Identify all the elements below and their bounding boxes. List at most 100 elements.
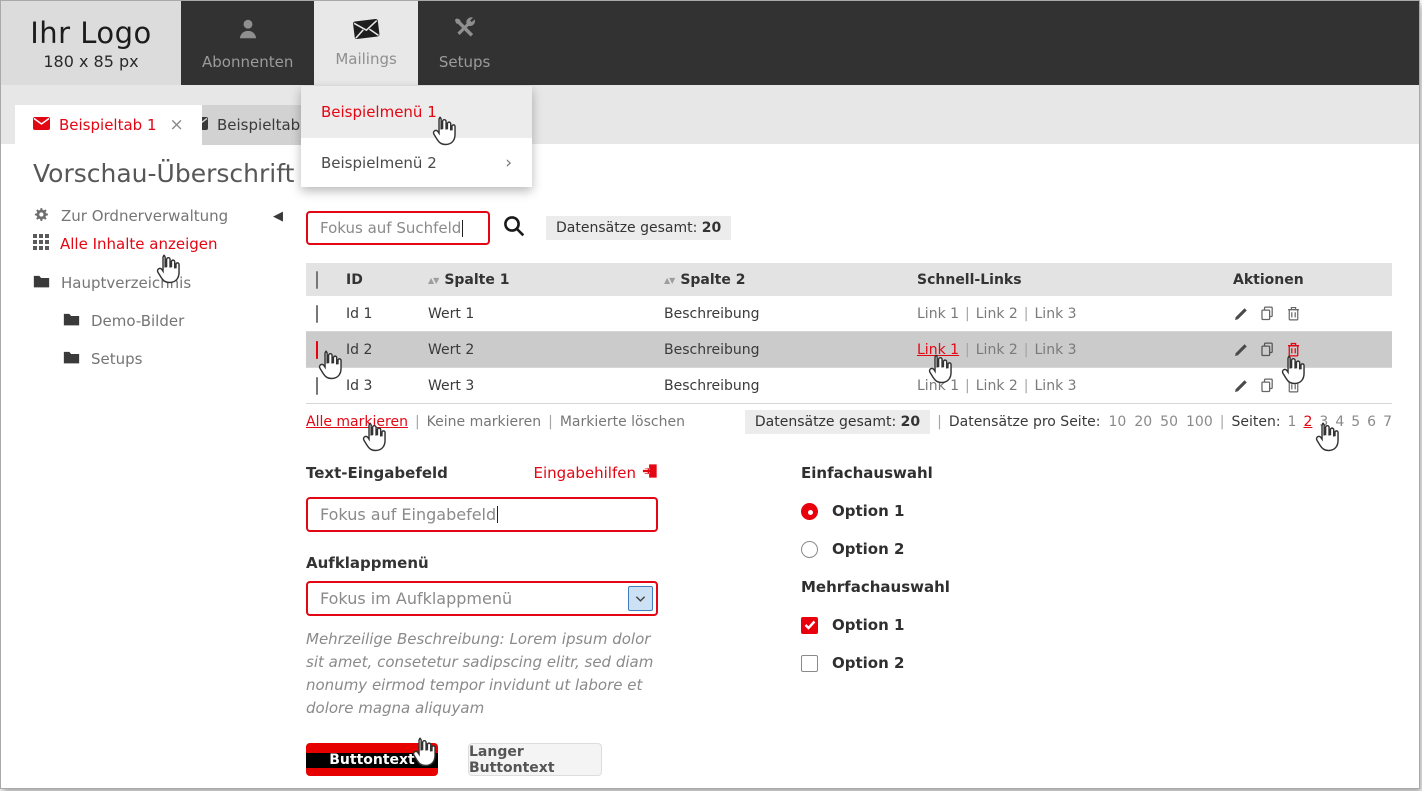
records-total-value: 20 <box>702 220 721 236</box>
chevron-right-icon: › <box>505 153 512 173</box>
field-description: Mehrzeilige Beschreibung: Lorem ipsum do… <box>306 628 658 720</box>
cell-actions <box>1233 341 1392 358</box>
cell-schnell-links: Link 1|Link 2|Link 3 <box>917 342 1233 358</box>
mailings-dropdown-menu: Beispielmenü 1 Beispielmenü 2 › <box>301 86 532 187</box>
copy-icon[interactable] <box>1259 341 1276 358</box>
radio-label[interactable]: Option 2 <box>832 540 904 558</box>
search-input[interactable]: Fokus auf Suchfeld <box>306 211 490 245</box>
row-checkbox[interactable] <box>316 305 318 323</box>
sort-icon[interactable]: ▲▼ <box>664 276 674 285</box>
text-input[interactable]: Fokus auf Eingabefeld <box>306 497 658 532</box>
per-page-option[interactable]: 100 <box>1186 414 1213 430</box>
per-page-option[interactable]: 50 <box>1160 414 1178 430</box>
folder-hauptverzeichnis[interactable]: Hauptverzeichnis <box>33 273 283 293</box>
copy-icon[interactable] <box>1259 305 1276 322</box>
sidebar-item-label: Alle Inhalte anzeigen <box>60 235 218 253</box>
select-none-link[interactable]: Keine markieren <box>427 414 541 430</box>
radio-label[interactable]: Option 1 <box>832 502 904 520</box>
chevron-down-icon[interactable] <box>628 586 653 611</box>
cell-actions <box>1233 305 1392 322</box>
collapse-icon[interactable]: ◀ <box>273 209 283 224</box>
select-all-checkbox[interactable] <box>316 271 318 289</box>
input-helpers-link[interactable]: Eingabehilfen <box>534 463 658 483</box>
page-number[interactable]: 3 <box>1319 414 1328 430</box>
mail-icon <box>33 116 50 134</box>
quick-link[interactable]: Link 2 <box>976 306 1018 322</box>
close-icon[interactable]: × <box>170 115 184 135</box>
quick-link[interactable]: Link 1 <box>917 378 959 394</box>
sidebar-item-alle-inhalte[interactable]: Alle Inhalte anzeigen <box>33 234 283 254</box>
delete-icon[interactable] <box>1285 377 1302 394</box>
grid-icon <box>33 234 49 254</box>
radio-unchecked[interactable] <box>801 541 818 558</box>
primary-button[interactable]: Buttontext <box>306 743 438 776</box>
checkbox-label[interactable]: Option 1 <box>832 616 904 634</box>
menu-item-beispielmenu-2[interactable]: Beispielmenü 2 › <box>301 138 532 187</box>
edit-icon[interactable] <box>1233 341 1250 358</box>
sidebar-item-ordnerverwaltung[interactable]: Zur Ordnerverwaltung ◀ <box>33 206 283 226</box>
quick-link[interactable]: Link 3 <box>1035 306 1077 322</box>
folder-demo-bilder[interactable]: Demo-Bilder <box>63 311 283 331</box>
folder-setups[interactable]: Setups <box>63 349 283 369</box>
tab-beispieltab-1[interactable]: Beispieltab 1 × <box>15 105 202 145</box>
search-icon[interactable] <box>502 214 526 242</box>
quick-link[interactable]: Link 1 <box>917 306 959 322</box>
delete-icon-hovered[interactable] <box>1285 341 1302 358</box>
quick-link[interactable]: Link 3 <box>1035 378 1077 394</box>
column-header-aktionen: Aktionen <box>1233 272 1392 288</box>
page-number[interactable]: 1 <box>1288 414 1297 430</box>
checkbox-checked[interactable] <box>801 617 818 634</box>
per-page-option[interactable]: 20 <box>1134 414 1152 430</box>
nav-item-setups[interactable]: Setups <box>418 1 511 85</box>
secondary-button-label: Langer Buttontext <box>469 744 601 776</box>
single-choice-label: Einfachauswahl <box>801 463 950 483</box>
select-all-link[interactable]: Alle markieren <box>306 414 408 430</box>
row-checkbox[interactable] <box>316 377 318 395</box>
cell-spalte1: Wert 3 <box>428 378 664 394</box>
nav-item-mailings[interactable]: Mailings <box>314 1 417 85</box>
form-section: Text-Eingabefeld Eingabehilfen Fokus auf… <box>306 463 658 776</box>
sort-icon[interactable]: ▲▼ <box>428 276 438 285</box>
delete-icon[interactable] <box>1285 305 1302 322</box>
select-value: Fokus im Aufklappmenü <box>320 589 512 608</box>
radio-option-2[interactable]: Option 2 <box>801 539 950 559</box>
cell-id: Id 3 <box>346 378 428 394</box>
copy-icon[interactable] <box>1259 377 1276 394</box>
radio-option-1[interactable]: Option 1 <box>801 501 950 521</box>
input-helpers-label: Eingabehilfen <box>534 464 636 482</box>
menu-item-beispielmenu-1[interactable]: Beispielmenü 1 <box>301 86 532 138</box>
checkbox-option-2[interactable]: Option 2 <box>801 653 950 673</box>
edit-icon[interactable] <box>1233 377 1250 394</box>
page-number[interactable]: 4 <box>1335 414 1344 430</box>
text-caret <box>497 506 498 523</box>
quick-link[interactable]: Link 3 <box>1035 342 1077 358</box>
quick-link-hovered[interactable]: Link 1 <box>917 342 959 358</box>
sidebar-item-label: Zur Ordnerverwaltung <box>61 207 262 225</box>
table-footer: Alle markieren | Keine markieren | Marki… <box>306 411 1392 433</box>
dropdown-select[interactable]: Fokus im Aufklappmenü <box>306 581 658 616</box>
checkbox-option-1[interactable]: Option 1 <box>801 615 950 635</box>
radio-checked[interactable] <box>801 503 818 520</box>
cell-schnell-links: Link 1|Link 2|Link 3 <box>917 378 1233 394</box>
row-checkbox-checked[interactable] <box>316 341 318 359</box>
multi-choice-label: Mehrfachauswahl <box>801 577 950 597</box>
page-number[interactable]: 7 <box>1383 414 1392 430</box>
folder-icon <box>63 312 80 330</box>
page-title: Vorschau-Überschrift <box>33 159 294 188</box>
edit-icon[interactable] <box>1233 305 1250 322</box>
quick-link[interactable]: Link 2 <box>976 342 1018 358</box>
text-caret <box>462 220 463 237</box>
page-number[interactable]: 5 <box>1351 414 1360 430</box>
checkbox-label[interactable]: Option 2 <box>832 654 904 672</box>
per-page-option[interactable]: 10 <box>1109 414 1127 430</box>
page-number-current[interactable]: 2 <box>1303 414 1312 430</box>
delete-selected-link[interactable]: Markierte löschen <box>560 414 685 430</box>
secondary-button[interactable]: Langer Buttontext <box>468 743 602 776</box>
tab-label: Beispieltab 1 <box>59 116 157 134</box>
checkbox-unchecked[interactable] <box>801 655 818 672</box>
nav-item-abonnenten[interactable]: Abonnenten <box>181 1 314 85</box>
nav-item-label: Abonnenten <box>202 53 293 71</box>
quick-link[interactable]: Link 2 <box>976 378 1018 394</box>
page-number[interactable]: 6 <box>1367 414 1376 430</box>
folder-label: Hauptverzeichnis <box>61 274 191 292</box>
